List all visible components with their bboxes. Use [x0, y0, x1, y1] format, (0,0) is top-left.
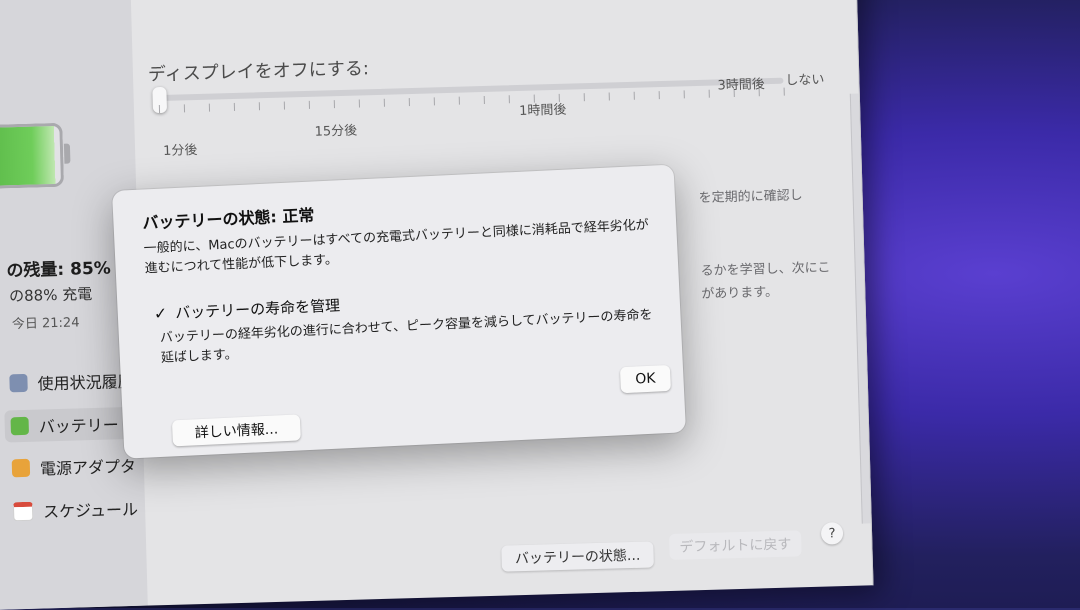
tick-label-1min: 1分後: [162, 143, 198, 159]
dialog-title: バッテリーの状態: 正常: [142, 205, 315, 233]
battery-level-icon: [0, 122, 65, 189]
tick-label-1hour: 1時間後: [518, 102, 567, 119]
display-sleep-label: ディスプレイをオフにする:: [147, 58, 370, 86]
ok-button[interactable]: OK: [619, 364, 672, 394]
slider-tick: [283, 101, 286, 110]
restore-defaults-button[interactable]: デフォルトに戻す: [669, 530, 802, 560]
slider-tick: [158, 105, 161, 114]
slider-tick: [508, 95, 510, 104]
slider-tick: [433, 97, 435, 106]
sidebar-item-label: 電源アダプタ: [39, 456, 137, 479]
slider-tick: [183, 104, 186, 113]
slider-tick: [683, 90, 685, 99]
calendar-icon: [12, 501, 34, 521]
sidebar-item-label: バッテリー: [38, 415, 120, 437]
help-button[interactable]: ?: [820, 522, 844, 545]
slider-tick: [583, 93, 585, 102]
slider-tick: [208, 103, 211, 112]
slider-tick: [458, 96, 460, 105]
battery-icon: [10, 416, 29, 436]
slider-tick: [633, 91, 635, 100]
battery-capacity-text: の88% 充電: [8, 284, 93, 306]
more-info-button[interactable]: 詳しい情報...: [171, 414, 301, 447]
slider-tick: [383, 98, 385, 107]
sidebar-item-label: スケジュール: [42, 499, 139, 522]
sidebar-item-usage-history[interactable]: 使用状況履歴: [9, 364, 134, 399]
checkbox-label: バッテリーの寿命を管理: [174, 296, 341, 323]
slider-tick: [608, 92, 610, 101]
slider-tick: [658, 91, 660, 100]
battery-health-dialog: バッテリーの状態: 正常 一般的に、Macのバッテリーはすべての充電式バッテリー…: [112, 164, 687, 459]
background-description-2: るかを学習し、次にこ: [700, 260, 831, 279]
tick-label-never: しない: [785, 72, 825, 89]
slider-tick: [708, 89, 710, 98]
sidebar-item-schedule[interactable]: スケジュール: [12, 492, 139, 527]
slider-tick: [783, 87, 785, 96]
battery-level-text: の残量: 85%: [6, 258, 112, 282]
sidebar-item-label: 使用状況履歴: [37, 371, 134, 394]
checkmark-icon: ✓: [153, 303, 168, 324]
slider-tick: [333, 100, 335, 109]
manage-battery-longevity-checkbox[interactable]: ✓ バッテリーの寿命を管理: [153, 294, 340, 324]
tick-label-15min: 15分後: [314, 123, 358, 140]
background-description-3: があります。: [701, 284, 779, 302]
slider-tick: [408, 98, 410, 107]
slider-tick: [483, 95, 485, 104]
usage-history-icon: [9, 373, 28, 393]
slider-tick: [308, 100, 311, 109]
slider-tick: [258, 102, 261, 111]
power-adapter-icon: [11, 458, 31, 478]
background-description-1: を定期的に確認し: [698, 188, 803, 207]
tick-label-3hours: 3時間後: [717, 77, 765, 94]
last-charged-text: 今日 21:24: [11, 315, 80, 333]
slider-tick: [358, 99, 360, 108]
slider-tick: [233, 102, 236, 111]
battery-status-button[interactable]: バッテリーの状態...: [501, 541, 654, 572]
sidebar-item-power-adapter[interactable]: 電源アダプタ: [11, 449, 136, 484]
